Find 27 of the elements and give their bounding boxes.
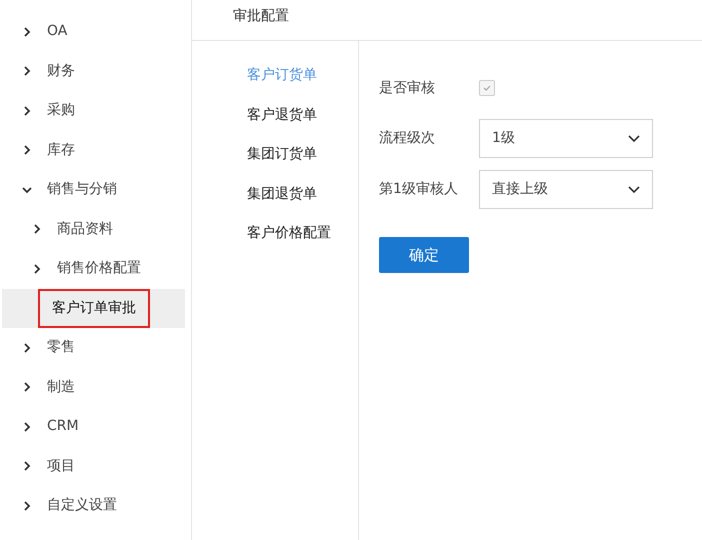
- page-title: 审批配置: [233, 8, 289, 24]
- field-label: 第1级审核人: [379, 180, 459, 199]
- sidebar-item[interactable]: 采购: [0, 91, 191, 130]
- field-label: 流程级次: [379, 129, 436, 148]
- subnav-tab[interactable]: 客户退货单: [247, 104, 358, 144]
- sidebar-item[interactable]: 项目: [0, 446, 191, 486]
- chevron-down-icon: [628, 186, 640, 194]
- dropdown[interactable]: 1级: [479, 119, 653, 158]
- sidebar-item[interactable]: 销售与分销: [0, 170, 191, 210]
- field-label: 是否审核: [379, 78, 436, 98]
- sidebar-item[interactable]: 库存: [0, 130, 191, 170]
- sidebar-item[interactable]: 商品资料: [0, 210, 191, 249]
- sidebar-item[interactable]: 自定义设置: [0, 486, 191, 526]
- subnav-tab[interactable]: 客户价格配置: [247, 223, 358, 262]
- subnav-tab[interactable]: 集团订货单: [247, 144, 358, 184]
- sidebar-item[interactable]: 零售: [0, 328, 191, 368]
- sidebar-item[interactable]: 销售价格配置: [0, 249, 191, 288]
- subnav-tab[interactable]: 集团退货单: [247, 184, 358, 223]
- confirm-button[interactable]: 确定: [379, 237, 469, 273]
- sidebar-item[interactable]: 制造: [0, 368, 191, 407]
- sidebar-item[interactable]: 财务: [0, 52, 191, 91]
- sidebar-item[interactable]: 客户订单审批: [2, 288, 185, 328]
- sidebar-item[interactable]: CRM: [0, 407, 191, 446]
- dropdown[interactable]: 直接上级: [479, 170, 653, 209]
- sidebar-item[interactable]: OA: [0, 12, 191, 52]
- chevron-down-icon: [628, 134, 640, 142]
- check-icon: [482, 83, 492, 93]
